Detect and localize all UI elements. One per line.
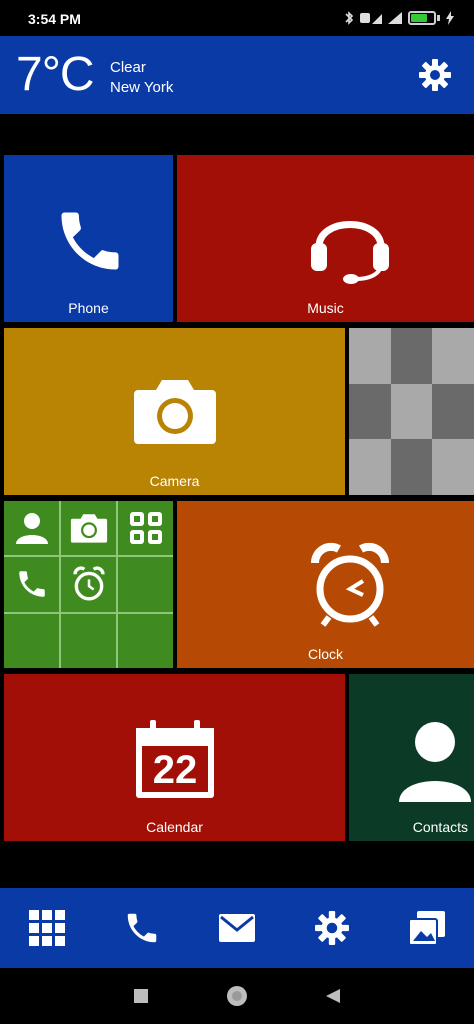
home-circle-icon[interactable] (225, 984, 249, 1008)
dock (0, 888, 474, 968)
checker-cell (390, 383, 433, 440)
clock-tile[interactable]: Clock (177, 501, 474, 668)
signal-icon (360, 13, 382, 24)
app-folder-tile[interactable] (4, 501, 173, 668)
folder-slot (61, 501, 116, 556)
calendar-label: Calendar (146, 819, 203, 835)
music-tile[interactable]: Music (177, 155, 474, 322)
checker-cell (390, 439, 433, 495)
temperature: 7°C (16, 48, 95, 101)
folder-slot (4, 557, 59, 612)
checker-cell (349, 383, 391, 440)
alarm-clock-icon (310, 542, 390, 627)
checker-cell (390, 328, 433, 384)
camera-icon (70, 514, 107, 543)
phone-icon (61, 212, 119, 270)
checker-cell (349, 328, 391, 384)
dock-settings-button[interactable] (310, 906, 354, 950)
calendar-day: 22 (152, 748, 198, 792)
music-label: Music (307, 300, 344, 316)
navigation-bar (0, 968, 474, 1024)
checker-cell (432, 383, 474, 440)
contacts-tile[interactable]: Contacts (349, 674, 474, 841)
gallery-icon (408, 911, 445, 945)
headphones-icon (311, 221, 389, 284)
apps-button[interactable] (25, 906, 69, 950)
folder-slot (61, 557, 116, 612)
battery-icon (408, 11, 436, 25)
gear-icon[interactable] (418, 58, 452, 92)
checker-cell (349, 439, 391, 495)
person-icon (399, 722, 471, 802)
folder-slot (118, 613, 173, 668)
dock-phone-button[interactable] (120, 906, 164, 950)
photos-tile[interactable] (349, 328, 474, 495)
phone-tile[interactable]: Phone (4, 155, 173, 322)
weather-bar[interactable]: 7°C Clear New York (0, 36, 474, 114)
checker-cell (432, 439, 474, 495)
checker-cell (432, 328, 474, 384)
dock-gallery-button[interactable] (405, 906, 449, 950)
gear-icon (314, 911, 349, 945)
camera-icon (134, 380, 216, 444)
recents-square-icon[interactable] (133, 988, 149, 1004)
wifi-icon (388, 12, 402, 24)
weather-city: New York (110, 79, 174, 96)
apps-grid-icon (29, 910, 66, 946)
camera-label: Camera (149, 473, 200, 489)
status-bar: 3:54 PM (0, 0, 474, 36)
folder-slot (118, 557, 173, 612)
phone-icon (127, 913, 157, 943)
calendar-tile[interactable]: 22 Calendar (4, 674, 345, 841)
status-time: 3:54 PM (28, 11, 81, 27)
folder-slot (118, 501, 173, 556)
apps-grid-icon (129, 512, 162, 545)
folder-slot (4, 501, 59, 556)
battery-cap (437, 15, 440, 21)
folder-slot (4, 613, 59, 668)
status-icons (344, 11, 454, 25)
contacts-label: Contacts (412, 819, 468, 835)
weather-condition: Clear (110, 59, 146, 76)
phone-label: Phone (68, 300, 109, 316)
clock-label: Clock (307, 646, 343, 662)
alarm-clock-icon (72, 566, 105, 601)
charging-icon (446, 11, 454, 25)
camera-tile[interactable]: Camera (4, 328, 345, 495)
bluetooth-icon (345, 11, 354, 25)
folder-slot (61, 613, 116, 668)
phone-icon (18, 571, 45, 598)
person-icon (15, 513, 48, 545)
back-triangle-icon[interactable] (325, 988, 341, 1004)
dock-mail-button[interactable] (215, 906, 259, 950)
mail-icon (218, 914, 255, 942)
